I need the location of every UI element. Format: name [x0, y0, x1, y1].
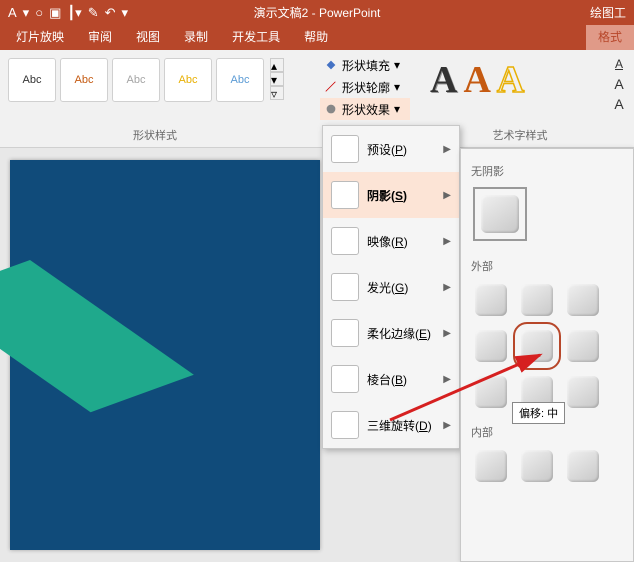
gallery-down-icon[interactable]: ▾ — [270, 72, 284, 86]
gallery-up-icon[interactable]: ▴ — [270, 58, 284, 72]
tab-help[interactable]: 帮助 — [292, 23, 340, 50]
menu-glow[interactable]: 发光(G)▶ — [323, 264, 459, 310]
shape-style-thumb[interactable]: Abc — [216, 58, 264, 102]
shape-effects-menu: 预设(P)▶ 阴影(S)▶ 映像(R)▶ 发光(G)▶ 柔化边缘(E)▶ 棱台(… — [322, 125, 460, 449]
format-painter-icon[interactable]: ✎ — [88, 5, 99, 21]
text-fill-icon[interactable]: A — [608, 54, 630, 74]
shadow-swatch[interactable] — [567, 450, 599, 482]
inner-shadow-grid — [469, 448, 625, 484]
menu-soft-edges[interactable]: 柔化边缘(E)▶ — [323, 310, 459, 356]
more-icon[interactable]: ▾ — [122, 5, 129, 21]
shadow-swatch[interactable] — [567, 284, 599, 316]
tab-format[interactable]: 格式 — [586, 23, 634, 50]
shape-style-thumb[interactable]: Abc — [112, 58, 160, 102]
wordart-thumb[interactable]: A — [430, 58, 457, 102]
section-no-shadow: 无阴影 — [471, 163, 625, 179]
section-outer: 外部 — [471, 258, 625, 274]
chevron-right-icon: ▶ — [443, 420, 451, 431]
title-bar: A ▾ ○ ▣ ┃▾ ✎ ↶ ▾ 演示文稿2 - PowerPoint 绘图工 — [0, 0, 634, 25]
shape-fill-button[interactable]: 形状填充▾ — [320, 54, 410, 76]
text-effects-icon[interactable]: A — [608, 94, 630, 114]
shape-style-thumb[interactable]: Abc — [60, 58, 108, 102]
dropdown-icon: ▾ — [394, 102, 400, 116]
wordart-gallery: A A A — [430, 58, 524, 102]
shadow-swatch[interactable] — [475, 450, 507, 482]
gallery-more-icon[interactable]: ▿ — [270, 86, 284, 100]
font-color-icon[interactable]: A — [8, 5, 17, 20]
shadow-swatch[interactable] — [521, 284, 553, 316]
shadow-swatch[interactable] — [567, 330, 599, 362]
tab-review[interactable]: 审阅 — [76, 23, 124, 50]
ribbon: Abc Abc Abc Abc Abc ▴ ▾ ▿ 形状样式 形状填充▾ 形状轮… — [0, 50, 634, 148]
shape-style-thumb[interactable]: Abc — [164, 58, 212, 102]
dropdown-icon[interactable]: ▾ — [23, 5, 30, 21]
shape-style-thumb[interactable]: Abc — [8, 58, 56, 102]
tooltip: 偏移: 中 — [512, 402, 565, 424]
shadow-swatch-offset-center[interactable] — [521, 330, 553, 362]
shape-outline-button[interactable]: 形状轮廓▾ — [320, 76, 410, 98]
shadow-swatch[interactable] — [521, 450, 553, 482]
section-inner: 内部 — [471, 424, 625, 440]
selected-shape[interactable] — [0, 260, 194, 412]
shadow-submenu: 无阴影 外部 内部 — [460, 148, 634, 562]
contextual-tab-label: 绘图工 — [590, 4, 626, 21]
group-label-shape-styles: 形状样式 — [0, 127, 310, 143]
tab-record[interactable]: 录制 — [172, 23, 220, 50]
shape-options: 形状填充▾ 形状轮廓▾ 形状效果▾ — [320, 54, 410, 120]
shadow-swatch[interactable] — [475, 376, 507, 408]
chevron-right-icon: ▶ — [443, 374, 451, 385]
chevron-right-icon: ▶ — [443, 144, 451, 155]
wordart-thumb[interactable]: A — [497, 58, 524, 102]
tab-view[interactable]: 视图 — [124, 23, 172, 50]
menu-preset[interactable]: 预设(P)▶ — [323, 126, 459, 172]
window-title: 演示文稿2 - PowerPoint — [254, 4, 381, 21]
text-options: A A A — [608, 54, 630, 114]
menu-shadow[interactable]: 阴影(S)▶ — [323, 172, 459, 218]
shadow-swatch[interactable] — [475, 284, 507, 316]
ribbon-tabs: 灯片放映 审阅 视图 录制 开发工具 帮助 格式 — [0, 25, 634, 50]
shadow-swatch[interactable] — [567, 376, 599, 408]
quick-access-toolbar: A ▾ ○ ▣ ┃▾ ✎ ↶ ▾ — [8, 5, 128, 21]
align-icon[interactable]: ┃▾ — [67, 5, 81, 21]
chevron-right-icon: ▶ — [443, 236, 451, 247]
text-outline-icon[interactable]: A — [608, 74, 630, 94]
circle-icon[interactable]: ○ — [35, 5, 43, 20]
dropdown-icon: ▾ — [394, 58, 400, 72]
tab-slideshow[interactable]: 灯片放映 — [4, 23, 76, 50]
group-icon[interactable]: ▣ — [49, 5, 61, 21]
dropdown-icon: ▾ — [394, 80, 400, 94]
shadow-swatch[interactable] — [475, 330, 507, 362]
tab-developer[interactable]: 开发工具 — [220, 23, 292, 50]
outer-shadow-grid — [469, 282, 625, 410]
chevron-right-icon: ▶ — [443, 282, 451, 293]
shape-effects-button[interactable]: 形状效果▾ — [320, 98, 410, 120]
undo-icon[interactable]: ↶ — [105, 5, 116, 21]
slide[interactable] — [10, 160, 320, 550]
chevron-right-icon: ▶ — [443, 328, 451, 339]
wordart-thumb[interactable]: A — [463, 58, 490, 102]
shadow-none-swatch[interactable] — [473, 187, 527, 241]
menu-3d-rotation[interactable]: 三维旋转(D)▶ — [323, 402, 459, 448]
menu-reflection[interactable]: 映像(R)▶ — [323, 218, 459, 264]
menu-bevel[interactable]: 棱台(B)▶ — [323, 356, 459, 402]
chevron-right-icon: ▶ — [443, 190, 451, 201]
